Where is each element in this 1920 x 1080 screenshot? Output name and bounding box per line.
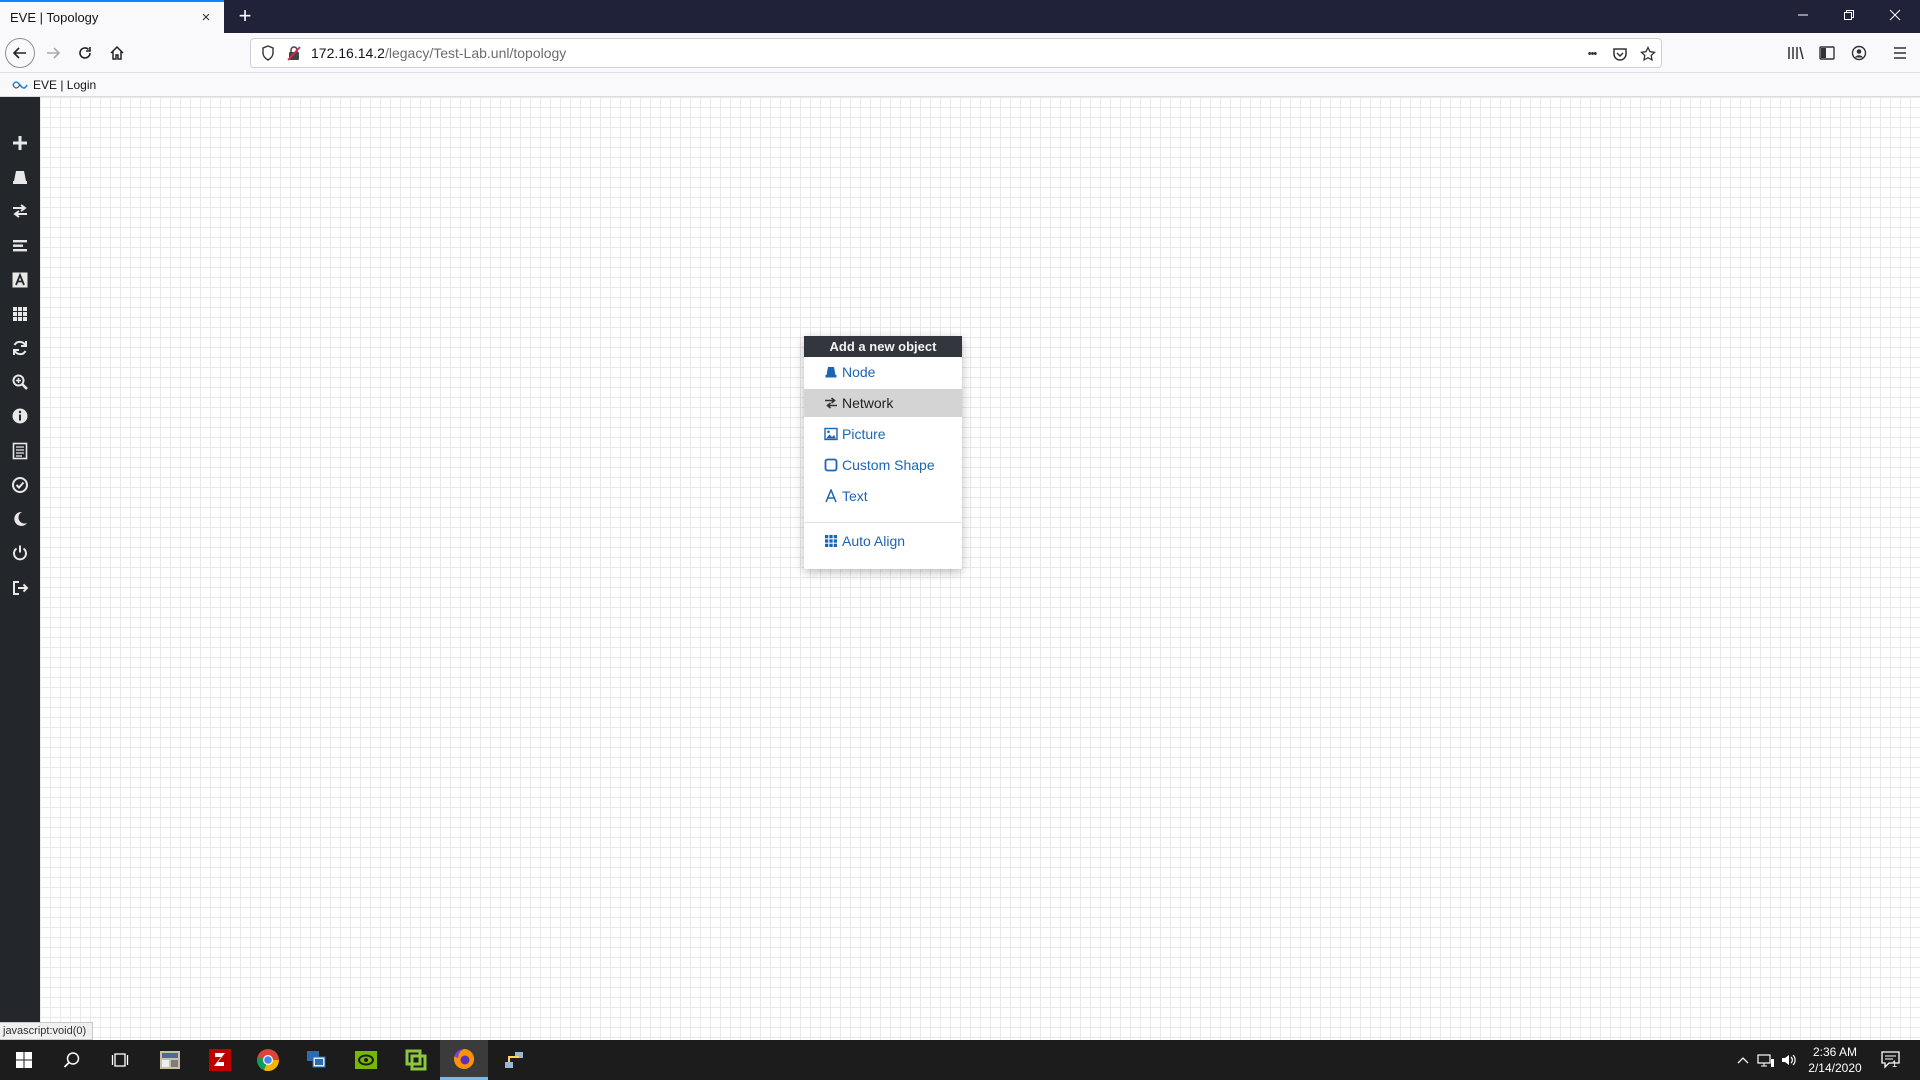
refresh-icon[interactable] (8, 336, 32, 360)
url-text[interactable]: 172.16.14.2/legacy/Test-Lab.unl/topology (311, 45, 566, 61)
picture-icon (824, 427, 838, 441)
page-actions-icon[interactable]: ••• (1581, 43, 1603, 65)
text-icon[interactable] (8, 268, 32, 292)
moon-icon[interactable] (8, 507, 32, 531)
hamburger-menu-icon[interactable] (1889, 42, 1911, 64)
firefox-icon[interactable] (440, 1040, 488, 1080)
status-link-preview: javascript:void(0) (0, 1022, 94, 1040)
clock-date: 2/14/2020 (1808, 1061, 1862, 1075)
zoom-icon[interactable] (8, 370, 32, 394)
back-button[interactable] (5, 38, 35, 68)
menu-item-picture[interactable]: Picture (804, 420, 962, 448)
insecure-lock-icon[interactable] (287, 45, 301, 61)
auto-align-icon (825, 535, 837, 547)
system-clock[interactable]: 2:36 AM 2/14/2020 (1804, 1044, 1866, 1076)
eve-logo-icon (12, 81, 28, 89)
clock-time: 2:36 AM (1812, 1045, 1858, 1059)
browser-tab[interactable]: EVE | Topology × (0, 0, 224, 33)
menu-item-label: Picture (842, 426, 886, 442)
network-tool-icon[interactable] (490, 1040, 538, 1080)
menu-divider (804, 522, 962, 523)
bookmark-star-icon[interactable] (1637, 43, 1659, 65)
pocket-icon[interactable] (1609, 43, 1631, 65)
close-tab-icon[interactable]: × (198, 9, 214, 26)
windows-taskbar: 2:36 AM 2/14/2020 1 (0, 1040, 1920, 1080)
library-icon[interactable] (1785, 42, 1807, 64)
menu-item-custom-shape[interactable]: Custom Shape (804, 451, 962, 479)
start-button[interactable] (0, 1040, 48, 1080)
logout-icon[interactable] (8, 576, 32, 600)
vmware-icon[interactable] (392, 1040, 440, 1080)
bookmark-eve-login[interactable]: EVE | Login (12, 76, 96, 94)
new-tab-button[interactable]: + (232, 4, 258, 30)
menu-item-text[interactable]: Text (804, 482, 962, 510)
grid-icon[interactable] (8, 302, 32, 326)
volume-icon[interactable] (1779, 1050, 1799, 1070)
nav-bar: 172.16.14.2/legacy/Test-Lab.unl/topology… (0, 33, 1920, 73)
menu-item-label: Custom Shape (842, 457, 935, 473)
minimize-icon[interactable] (1780, 0, 1826, 33)
add-icon[interactable] (8, 131, 32, 155)
sidebar-toggle-icon[interactable] (1816, 42, 1838, 64)
tab-strip: EVE | Topology × + (0, 0, 1920, 33)
shield-icon[interactable] (261, 45, 275, 61)
menu-item-label: Network (842, 395, 894, 411)
notification-count: 1 (1892, 1059, 1898, 1069)
node-icon[interactable] (8, 165, 32, 189)
close-window-icon[interactable] (1872, 0, 1918, 33)
add-object-context-menu: Add a new object Node Network Picture Cu… (804, 336, 962, 569)
menu-item-auto-align[interactable]: Auto Align (804, 527, 962, 555)
node-icon (825, 367, 837, 378)
menu-header: Add a new object (804, 336, 962, 357)
task-view-icon[interactable] (96, 1040, 144, 1080)
forward-button[interactable] (38, 38, 68, 68)
home-button[interactable] (102, 38, 132, 68)
remote-desktop-icon[interactable] (292, 1040, 340, 1080)
search-icon[interactable] (48, 1040, 96, 1080)
reload-button[interactable] (70, 38, 100, 68)
menu-item-node[interactable]: Node (804, 358, 962, 386)
power-icon[interactable] (8, 541, 32, 565)
restore-icon[interactable] (1826, 0, 1872, 33)
filezilla-icon[interactable] (196, 1040, 244, 1080)
eve-sidebar (0, 97, 40, 1040)
bookmark-label: EVE | Login (33, 78, 97, 92)
network-icon (825, 397, 837, 409)
bookmarks-bar: EVE | Login (0, 73, 1920, 97)
menu-item-network[interactable]: Network (804, 389, 962, 417)
custom-shape-icon (824, 458, 838, 472)
menu-item-label: Auto Align (842, 533, 906, 549)
account-icon[interactable] (1848, 42, 1870, 64)
tab-title: EVE | Topology (10, 10, 99, 25)
menu-item-label: Node (842, 364, 876, 380)
info-icon[interactable] (8, 404, 32, 428)
file-manager-icon[interactable] (146, 1040, 194, 1080)
list-icon[interactable] (8, 234, 32, 258)
url-bar[interactable]: 172.16.14.2/legacy/Test-Lab.unl/topology… (250, 38, 1662, 68)
url-path: /legacy/Test-Lab.unl/topology (384, 45, 567, 61)
network-icon[interactable] (8, 199, 32, 223)
text-icon (825, 489, 837, 503)
menu-item-label: Text (842, 488, 868, 504)
chrome-icon[interactable] (244, 1040, 292, 1080)
topology-canvas[interactable]: Add a new object Node Network Picture Cu… (0, 97, 1920, 1040)
network-status-icon[interactable] (1756, 1050, 1776, 1070)
notes-icon[interactable] (8, 439, 32, 463)
nvidia-icon[interactable] (342, 1040, 390, 1080)
check-icon[interactable] (8, 473, 32, 497)
show-hidden-icons[interactable] (1733, 1050, 1753, 1070)
notifications-icon[interactable]: 1 (1878, 1050, 1904, 1070)
url-host: 172.16.14.2 (311, 45, 385, 61)
